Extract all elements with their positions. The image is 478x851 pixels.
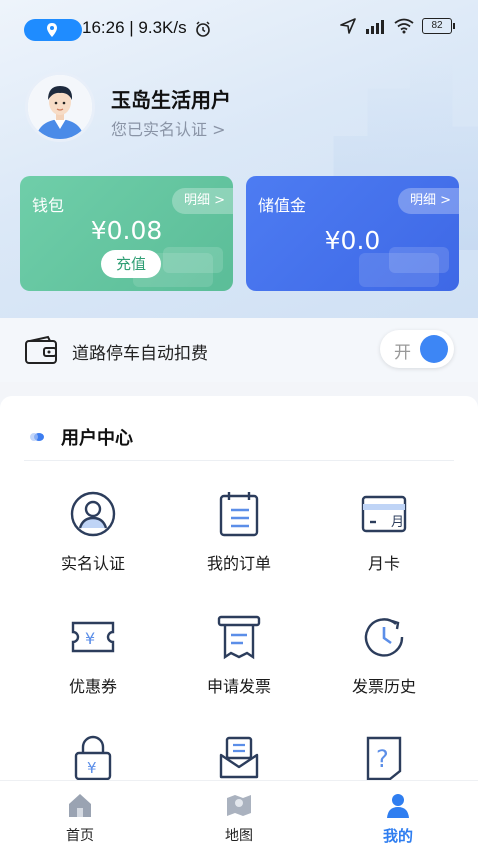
grid-item-label: 优惠券 — [68, 677, 117, 696]
nav-item-mine[interactable]: 我的 — [348, 789, 448, 849]
wallet-amount: ¥0.08 — [90, 216, 163, 245]
alarm-icon — [196, 21, 210, 37]
verified-status-link[interactable]: 您已实名认证 > — [111, 116, 226, 140]
wifi-icon — [394, 18, 414, 34]
grid-item-label: 实名认证 — [60, 554, 125, 573]
user-icon — [387, 794, 409, 818]
auto-deduct-toggle[interactable]: 开 — [380, 330, 454, 368]
grid-item-coupon[interactable]: ¥ 优惠券 — [28, 613, 158, 723]
location-indicator — [24, 19, 82, 41]
nav-item-home[interactable]: 首页 — [30, 789, 130, 849]
section-divider — [24, 460, 454, 461]
grid-item-invoice-history[interactable]: 发票历史 — [319, 613, 449, 723]
nav-item-map[interactable]: 地图 — [189, 789, 289, 849]
grid-item-label: 我的订单 — [206, 554, 271, 573]
recharge-button[interactable]: 充值 — [101, 250, 161, 278]
stored-value-amount: ¥0.0 — [324, 226, 381, 255]
stored-value-card[interactable]: 储值金 明细 > ¥0.0 — [246, 176, 459, 291]
grid-item-label: 月卡 — [367, 554, 400, 573]
status-time-speed: 16:26 | 9.3K/s — [82, 18, 187, 37]
navigation-arrow-icon — [340, 18, 356, 34]
stored-value-title: 储值金 — [258, 196, 307, 215]
map-icon — [227, 795, 251, 816]
order-icon — [219, 492, 259, 537]
grid-item-label: 申请发票 — [206, 677, 271, 696]
card-decoration — [359, 253, 439, 287]
grid-item-id-verify[interactable]: 实名认证 — [28, 490, 158, 600]
grid-item-invoice-apply[interactable]: 申请发票 — [174, 613, 304, 723]
auto-deduct-label: 道路停车自动扣费 — [72, 344, 208, 364]
lock-yuan-icon: ¥ — [74, 735, 112, 781]
location-pin-icon — [47, 23, 57, 37]
invoice-apply-icon — [217, 615, 261, 660]
grid-item-label: 发票历史 — [351, 677, 416, 696]
wallet-card[interactable]: 钱包 明细 > ¥0.08 充值 — [20, 176, 233, 291]
home-icon — [69, 794, 91, 817]
nav-label: 地图 — [225, 828, 253, 844]
user-avatar-icon — [28, 75, 92, 139]
toggle-knob — [420, 335, 448, 363]
grid-item-my-orders[interactable]: 我的订单 — [174, 490, 304, 600]
wallet-title: 钱包 — [32, 196, 65, 215]
svg-text:¥: ¥ — [85, 629, 95, 648]
svg-text:月: 月 — [391, 515, 404, 530]
month-card-icon: 月 — [361, 495, 407, 533]
auto-deduct-row: 道路停车自动扣费 开 — [0, 318, 478, 382]
svg-text:¥: ¥ — [87, 759, 97, 777]
mail-icon — [219, 736, 259, 779]
status-right: 82 — [340, 18, 455, 34]
bottom-nav: 首页 地图 我的 — [0, 780, 478, 851]
coupon-icon: ¥ — [71, 621, 115, 653]
svg-text:?: ? — [376, 745, 389, 773]
wallet-detail-button[interactable]: 明细 > — [171, 188, 233, 214]
wallet-icon — [25, 335, 57, 364]
signal-icon — [366, 20, 384, 34]
username: 玉岛生活用户 — [111, 88, 231, 112]
avatar[interactable] — [25, 72, 95, 142]
battery-indicator: 82 — [422, 18, 455, 34]
invoice-history-icon — [364, 618, 404, 657]
status-bar: 16:26 | 9.3K/s 82 — [0, 0, 478, 58]
toggle-text: 开 — [394, 343, 411, 363]
section-dot-icon — [30, 433, 44, 441]
nav-label: 我的 — [382, 827, 413, 845]
id-verify-icon — [70, 491, 116, 537]
stored-value-detail-button[interactable]: 明细 > — [397, 188, 459, 214]
grid-item-month-card[interactable]: 月 月卡 — [319, 490, 449, 600]
user-center-title: 用户中心 — [61, 428, 133, 449]
help-icon: ? — [366, 736, 402, 781]
nav-label: 首页 — [66, 828, 94, 844]
